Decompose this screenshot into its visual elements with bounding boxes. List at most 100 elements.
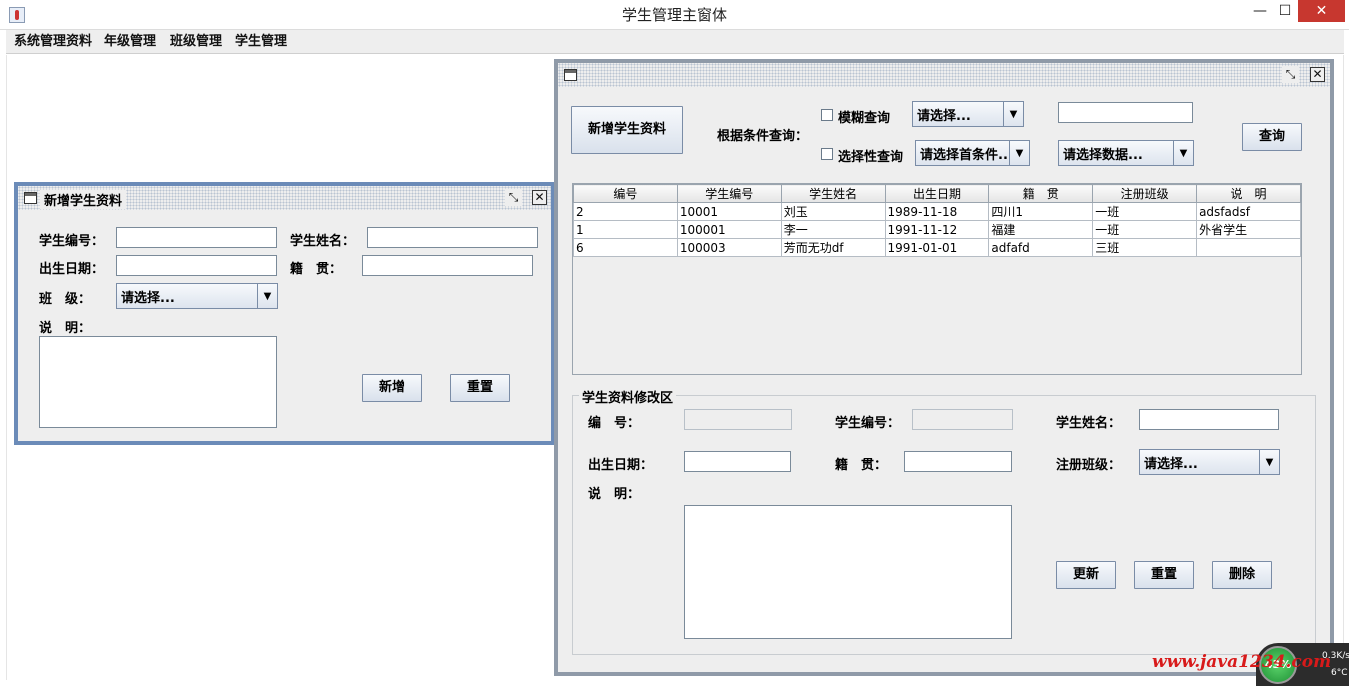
edit-student-no-label: 学生编号： (835, 416, 901, 431)
query-frame-titlebar[interactable]: ⤡ ✕ (558, 63, 1330, 87)
edit-student-name-input[interactable] (1139, 409, 1279, 430)
first-condition-select-value: 请选择首条件... (920, 147, 1013, 163)
column-header[interactable]: 编号 (573, 184, 678, 203)
table-cell[interactable]: 1991-11-12 (884, 220, 990, 239)
menu-student[interactable]: 学生管理 (235, 30, 287, 54)
student-no-label: 学生编号： (39, 234, 105, 249)
maximize-button[interactable]: ☐ (1270, 0, 1300, 22)
data-select[interactable]: 请选择数据... ▼ (1058, 140, 1194, 166)
selective-query-label: 选择性查询 (838, 150, 904, 165)
new-student-button[interactable]: 新增学生资料 (571, 106, 683, 154)
iconify-icon[interactable]: ⤡ (505, 189, 522, 206)
student-no-input[interactable] (116, 227, 277, 248)
window-titlebar: 学生管理主窗体 — ☐ ✕ (0, 0, 1349, 30)
delete-button[interactable]: 删除 (1212, 561, 1272, 589)
birth-date-input[interactable] (116, 255, 277, 276)
table-cell[interactable]: 100003 (676, 238, 782, 257)
close-button[interactable]: ✕ (1298, 0, 1345, 22)
chevron-down-icon: ▼ (1003, 102, 1023, 126)
update-button[interactable]: 更新 (1056, 561, 1116, 589)
table-cell[interactable]: 福建 (988, 220, 1094, 239)
fuzzy-field-select[interactable]: 请选择... ▼ (912, 101, 1024, 127)
table-header-row: 编号 学生编号 学生姓名 出生日期 籍 贯 注册班级 说 明 (573, 184, 1301, 203)
table-cell[interactable]: 1 (573, 220, 678, 239)
column-header[interactable]: 学生姓名 (780, 184, 886, 203)
menu-bar: 系统管理资料 年级管理 班级管理 学生管理 (6, 30, 1344, 54)
table-cell[interactable]: 10001 (676, 202, 782, 221)
edit-native-place-label: 籍 贯： (835, 458, 888, 473)
window-title: 学生管理主窗体 (621, 6, 727, 24)
native-place-label: 籍 贯： (290, 262, 343, 277)
frame-icon (564, 69, 577, 81)
column-header[interactable]: 注册班级 (1092, 184, 1198, 203)
student-table-scrollpane[interactable]: 编号 学生编号 学生姓名 出生日期 籍 贯 注册班级 说 明 2 10001 刘… (572, 183, 1302, 375)
edit-birth-date-label: 出生日期： (588, 458, 654, 473)
table-cell[interactable]: 刘玉 (780, 202, 886, 221)
fuzzy-query-checkbox[interactable] (821, 109, 833, 121)
fuzzy-query-input[interactable] (1058, 102, 1193, 123)
menu-system[interactable]: 系统管理资料 (14, 30, 92, 54)
column-header[interactable]: 学生编号 (676, 184, 782, 203)
edit-remark-textarea[interactable] (684, 505, 1012, 639)
menu-class[interactable]: 班级管理 (170, 30, 222, 54)
table-cell[interactable]: 三班 (1092, 238, 1198, 257)
condition-query-label: 根据条件查询： (717, 129, 809, 144)
table-cell[interactable]: 四川1 (988, 202, 1094, 221)
class-select[interactable]: 请选择... ▼ (116, 283, 278, 309)
table-cell[interactable]: 2 (573, 202, 678, 221)
table-cell[interactable]: 一班 (1092, 220, 1198, 239)
table-cell[interactable]: adsfadsf (1196, 202, 1301, 221)
edit-birth-date-input[interactable] (684, 451, 791, 472)
table-cell[interactable]: adfafd (988, 238, 1094, 257)
table-cell[interactable]: 外省学生 (1196, 220, 1301, 239)
remark-textarea[interactable] (39, 336, 277, 428)
native-place-input[interactable] (362, 255, 533, 276)
table-row[interactable]: 6 100003 芳而无功df 1991-01-01 adfafd 三班 (573, 238, 1301, 257)
table-row[interactable]: 1 100001 李一 1991-11-12 福建 一班 外省学生 (573, 220, 1301, 239)
column-header[interactable]: 说 明 (1196, 184, 1301, 203)
add-button[interactable]: 新增 (362, 374, 422, 402)
first-condition-select[interactable]: 请选择首条件... ▼ (915, 140, 1030, 166)
student-query-frame: ⤡ ✕ 新增学生资料 根据条件查询： 模糊查询 请选择... ▼ 选择性查询 请… (554, 59, 1334, 676)
chevron-down-icon: ▼ (1173, 141, 1193, 165)
edit-area-title: 学生资料修改区 (579, 387, 677, 406)
fuzzy-query-label: 模糊查询 (838, 111, 891, 126)
table-cell[interactable]: 6 (573, 238, 678, 257)
table-cell[interactable]: 1989-11-18 (884, 202, 990, 221)
selective-query-checkbox[interactable] (821, 148, 833, 160)
add-frame-titlebar[interactable]: 新增学生资料 ⤡ ✕ (18, 186, 551, 210)
edit-class-select[interactable]: 请选择... ▼ (1139, 449, 1280, 475)
add-frame-title: 新增学生资料 (40, 190, 127, 209)
table-cell[interactable]: 100001 (676, 220, 782, 239)
remark-label: 说 明： (39, 321, 92, 336)
edit-student-no-input (912, 409, 1013, 430)
table-cell[interactable] (1196, 238, 1301, 257)
edit-area-panel: 学生资料修改区 编 号： 学生编号： 学生姓名： 出生日期： 籍 贯： 注册班级… (572, 387, 1316, 655)
table-cell[interactable]: 李一 (780, 220, 886, 239)
table-cell[interactable]: 一班 (1092, 202, 1198, 221)
table-cell[interactable]: 芳而无功df (780, 238, 886, 257)
close-icon[interactable]: ✕ (1310, 67, 1325, 82)
query-button[interactable]: 查询 (1242, 123, 1302, 151)
edit-class-label: 注册班级： (1056, 458, 1122, 473)
student-table[interactable]: 编号 学生编号 学生姓名 出生日期 籍 贯 注册班级 说 明 2 10001 刘… (573, 184, 1301, 257)
birth-date-label: 出生日期： (39, 262, 105, 277)
add-student-frame: 新增学生资料 ⤡ ✕ 学生编号： 学生姓名： 出生日期： 籍 贯： 班 级： 请… (14, 182, 555, 445)
student-name-input[interactable] (367, 227, 538, 248)
column-header[interactable]: 籍 贯 (988, 184, 1094, 203)
menu-grade[interactable]: 年级管理 (104, 30, 156, 54)
edit-reset-button[interactable]: 重置 (1134, 561, 1194, 589)
edit-student-name-label: 学生姓名： (1056, 416, 1122, 431)
close-icon[interactable]: ✕ (532, 190, 547, 205)
reset-button[interactable]: 重置 (450, 374, 510, 402)
iconify-icon[interactable]: ⤡ (1282, 66, 1299, 83)
table-row[interactable]: 2 10001 刘玉 1989-11-18 四川1 一班 adsfadsf (573, 202, 1301, 221)
chevron-down-icon: ▼ (257, 284, 277, 308)
chevron-down-icon: ▼ (1259, 450, 1279, 474)
watermark-text: www.java1234.com (1152, 652, 1332, 672)
chevron-down-icon: ▼ (1009, 141, 1029, 165)
edit-native-place-input[interactable] (904, 451, 1012, 472)
table-cell[interactable]: 1991-01-01 (884, 238, 990, 257)
column-header[interactable]: 出生日期 (884, 184, 990, 203)
fuzzy-field-select-value: 请选择... (917, 108, 971, 124)
